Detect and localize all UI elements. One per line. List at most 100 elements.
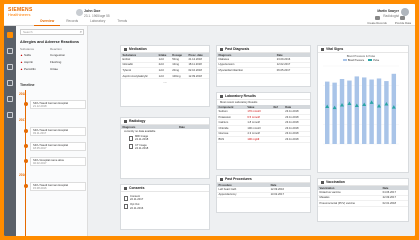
lab-results-header: Laboratory Results bbox=[217, 93, 310, 100]
header-actions: Create Records Provide Data bbox=[367, 16, 411, 25]
cell: 12.09.2018 bbox=[186, 73, 209, 80]
medication-header: Medication bbox=[121, 46, 209, 53]
entry-date: 03.11.2017 bbox=[33, 132, 47, 135]
allergy-substance: Sulfa bbox=[24, 53, 31, 57]
bp-bar[interactable] bbox=[391, 73, 397, 144]
bp-bar[interactable] bbox=[376, 78, 382, 144]
search-icon: ⌕ bbox=[79, 29, 82, 34]
cell: 02.01.2018 bbox=[381, 200, 408, 207]
tab-records[interactable]: Records bbox=[60, 18, 84, 26]
image-icon bbox=[129, 144, 133, 150]
allergy-reaction: Urtiae bbox=[50, 67, 59, 71]
syringe-icon bbox=[321, 180, 324, 184]
timeline-entry[interactable]: SICU Saudi German Hospital 03.11.2017 bbox=[30, 127, 86, 136]
document-icon bbox=[124, 195, 128, 201]
bp-bar[interactable] bbox=[339, 79, 345, 144]
consent-item[interactable]: Opt Out 22.11.2016 bbox=[121, 202, 209, 210]
timeline-entry[interactable]: SICU Saudi German Hospital 15.08.2016 bbox=[30, 182, 86, 191]
patient-avatar[interactable] bbox=[76, 9, 83, 16]
consents-title: Consents bbox=[129, 186, 145, 190]
entry-date: 21.12.2018 bbox=[33, 105, 47, 108]
allergies-col-reaction: Reaction bbox=[50, 47, 62, 51]
past-procedures-header: Past Procedures bbox=[217, 176, 310, 183]
radiology-header: Radiology bbox=[121, 118, 209, 125]
cell: 100mg bbox=[170, 73, 187, 80]
brand-line2: Healthineers bbox=[8, 12, 31, 17]
location-icon[interactable] bbox=[7, 80, 13, 86]
radiology-item[interactable]: CT Image 24.11.2018 bbox=[121, 143, 209, 151]
bp-bar[interactable] bbox=[347, 80, 352, 144]
search-input[interactable]: Search ⌕ bbox=[20, 29, 84, 35]
top-bar: SIEMENS Healthineers John Doe 23.1. 1965… bbox=[4, 4, 415, 26]
patient-name: John Doe bbox=[84, 9, 101, 13]
provide-data-button[interactable]: Provide Data bbox=[395, 16, 411, 25]
tab-bar: Overview Records Laboratory Trends bbox=[34, 18, 133, 26]
user-avatar[interactable] bbox=[401, 8, 409, 16]
bp-bar[interactable] bbox=[384, 81, 389, 144]
more-button[interactable]: ... bbox=[121, 79, 209, 84]
bp-bar[interactable] bbox=[332, 82, 337, 144]
consents-header: Consents bbox=[121, 185, 209, 192]
provide-data-label: Provide Data bbox=[394, 21, 411, 25]
records-icon[interactable] bbox=[7, 48, 13, 54]
allergy-substance: Aspirin bbox=[24, 60, 34, 64]
pill-icon bbox=[124, 47, 127, 51]
table-row[interactable]: Appendectomy 13.02.2017 bbox=[217, 192, 310, 199]
radiology-item[interactable]: MRI Image 24.11.2018 bbox=[121, 134, 209, 142]
consent-icon bbox=[124, 186, 127, 190]
tab-overview[interactable]: Overview bbox=[34, 18, 61, 26]
item-date: 24.11.2018 bbox=[135, 138, 149, 142]
cell: 06.05.2017 bbox=[275, 67, 310, 74]
bp-bar[interactable] bbox=[362, 77, 367, 144]
tab-laboratory[interactable]: Laboratory bbox=[84, 18, 111, 26]
bp-bar[interactable] bbox=[354, 76, 360, 144]
table-row[interactable]: Pneumococcal (PCV) vaccine 02.01.2018 bbox=[318, 200, 408, 207]
chart-title: Blood Pressure & Pulse bbox=[346, 55, 376, 58]
tab-trends[interactable]: Trends bbox=[111, 18, 133, 26]
cell: BUN bbox=[217, 136, 246, 143]
table-row[interactable]: Aspirin Acetylsalicylic 1x/d 100mg 12.09.20… bbox=[121, 73, 209, 80]
allergy-reaction: Congestion bbox=[50, 53, 66, 57]
create-records-button[interactable]: Create Records bbox=[367, 16, 387, 25]
consents-card: Consents Consent 22.11.2017 Opt Out 22.11.… bbox=[120, 184, 210, 230]
cell: 23.11.2018 bbox=[283, 136, 310, 143]
vital-signs-card: Vital Signs Blood Pressure & Pulse Blood… bbox=[317, 45, 409, 173]
timeline-entry[interactable]: SICU Hospital name abou 02.02.2017 bbox=[30, 157, 86, 166]
cell: Appendectomy bbox=[217, 192, 270, 199]
bp-bar[interactable] bbox=[325, 81, 330, 144]
procedure-icon bbox=[220, 177, 223, 181]
lab-icon[interactable] bbox=[7, 64, 13, 70]
settings-icon[interactable] bbox=[7, 112, 13, 118]
timeline-entry[interactable]: SICU Saudi German Hospital 18.05.2017 bbox=[30, 142, 86, 151]
entry-date: 18.05.2017 bbox=[33, 147, 47, 150]
cell: Myocardial infarction bbox=[217, 67, 276, 74]
timeline-dot bbox=[23, 184, 28, 188]
timeline-year: 2017 bbox=[19, 118, 27, 122]
app-window: SIEMENS Healthineers John Doe 23.1. 1965… bbox=[4, 4, 415, 236]
entry-date: 02.02.2017 bbox=[33, 162, 47, 165]
bp-bar[interactable] bbox=[369, 79, 374, 144]
procedures-title: Past Procedures bbox=[225, 177, 252, 181]
nav-sidebar bbox=[4, 26, 16, 236]
consent-item[interactable]: Consent 22.11.2017 bbox=[121, 194, 209, 202]
cell: Aspirin Acetylsalicylic bbox=[121, 73, 158, 80]
calendar-icon[interactable] bbox=[7, 96, 13, 102]
allergy-row[interactable]: ▲ Penicillin Urtiae bbox=[20, 67, 84, 71]
home-icon[interactable] bbox=[7, 32, 13, 38]
timeline-dot bbox=[23, 102, 28, 106]
allergy-row[interactable]: ▲ Aspirin Flushing bbox=[20, 60, 84, 64]
timeline-entry[interactable]: SICU Saudi German Hospital 21.12.2018 bbox=[30, 100, 86, 109]
vital-signs-header: Vital Signs bbox=[318, 46, 408, 53]
timeline-year: 2018 bbox=[19, 92, 27, 96]
patient-info[interactable]: John Doe 23.1. 1965/age 55 bbox=[84, 9, 110, 18]
vaccination-table: Vaccination Date Rotavirus vaccine 04.06.2… bbox=[318, 186, 408, 207]
diagnosis-icon bbox=[220, 47, 223, 51]
pulse-swatch bbox=[368, 59, 373, 61]
past-diagnosis-card: Past Diagnosis Diagnosis Date Diabetes 23.… bbox=[216, 45, 311, 87]
table-row[interactable]: Myocardial infarction 06.05.2017 bbox=[217, 67, 310, 74]
allergy-row[interactable]: ▲ Sulfa Congestion bbox=[20, 53, 84, 57]
table-row[interactable]: BUN 100 mg/dl 23.11.2018 bbox=[217, 136, 310, 143]
past-diagnosis-header: Past Diagnosis bbox=[217, 46, 310, 53]
upload-icon bbox=[400, 16, 406, 20]
allergies-title: Allergies and Adverse Reactions bbox=[20, 40, 79, 44]
